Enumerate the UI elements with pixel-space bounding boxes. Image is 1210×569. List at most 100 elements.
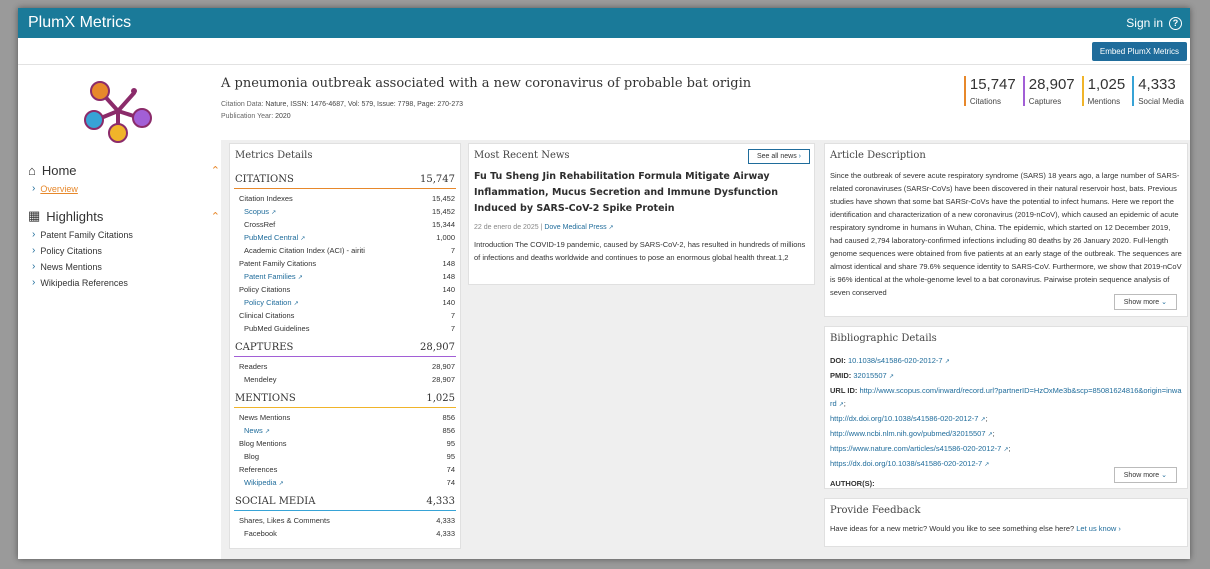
stat-value: 1,025 (1087, 76, 1126, 93)
nav-header-label: Home (41, 163, 77, 178)
stat-citations[interactable]: 15,747 Citations (963, 76, 1020, 106)
metric-row[interactable]: Patent Families ↗ 148 (234, 270, 456, 283)
metric-row[interactable]: Wikipedia ↗ 74 (234, 476, 456, 489)
url-line: URL ID: http://www.scopus.com/inward/rec… (830, 386, 1182, 408)
metric-row: Shares, Likes & Comments 4,333 (234, 514, 456, 527)
description-show-more-button[interactable]: Show more ⌄ (1113, 294, 1177, 310)
metric-row-label: Policy Citation ↗ (244, 298, 299, 307)
metric-group-citations: CITATIONS 15,747 (234, 167, 456, 189)
sidebar-item-label: News Mentions (40, 261, 102, 272)
metric-row: Citation Indexes 15,452 (234, 192, 456, 205)
publication-year: Publication Year: 2020 (221, 113, 291, 120)
metric-row-value: 1,000 (436, 233, 455, 242)
url-link[interactable]: http://www.ncbi.nlm.nih.gov/pubmed/32015… (830, 429, 986, 438)
sign-in-link[interactable]: Sign in ? (1126, 16, 1182, 30)
metric-row-value: 95 (446, 452, 455, 461)
metric-row[interactable]: Policy Citation ↗ 140 (234, 296, 456, 309)
url-link[interactable]: https://dx.doi.org/10.1038/s41586-020-20… (830, 459, 982, 468)
description-text: Since the outbreak of severe acute respi… (830, 171, 1182, 297)
sidebar-item-patent-family-citations[interactable]: › Patent Family Citations (32, 229, 220, 240)
url-link[interactable]: http://www.scopus.com/inward/record.url?… (830, 386, 1182, 408)
metric-row: Blog 95 (234, 450, 456, 463)
metric-group-total: 28,907 (420, 342, 455, 353)
chevron-down-icon: ⌄ (1161, 299, 1167, 306)
sidebar-item-label: Patent Family Citations (40, 229, 133, 240)
metric-row-label: PubMed Guidelines (244, 324, 310, 333)
url-line: https://www.nature.com/articles/s41586-0… (830, 444, 1011, 453)
metric-row-value: 4,333 (436, 529, 455, 538)
metric-row[interactable]: PubMed Central ↗ 1,000 (234, 231, 456, 244)
metric-group-mentions: MENTIONS 1,025 (234, 386, 456, 408)
news-body: Introduction The COVID-19 pandemic, caus… (474, 240, 806, 262)
stat-mentions[interactable]: 1,025 Mentions (1081, 76, 1130, 106)
sidebar-item-label: Overview (40, 183, 78, 194)
metric-row-label: PubMed Central ↗ (244, 233, 306, 242)
url-link[interactable]: https://www.nature.com/articles/s41586-0… (830, 444, 1001, 453)
see-all-news-button[interactable]: See all news › (748, 149, 810, 164)
help-icon[interactable]: ? (1169, 16, 1182, 30)
doi-link[interactable]: 10.1038/s41586-020-2012-7 (848, 356, 943, 365)
metric-row[interactable]: News ↗ 856 (234, 424, 456, 437)
url-line: http://dx.doi.org/10.1038/s41586-020-201… (830, 414, 988, 423)
metric-group-name: CITATIONS (235, 174, 294, 185)
sidebar-item-news-mentions[interactable]: › News Mentions (32, 261, 220, 272)
url-link[interactable]: http://dx.doi.org/10.1038/s41586-020-201… (830, 414, 978, 423)
news-card: Most Recent News See all news › Fu Tu Sh… (468, 143, 815, 285)
nav-header-home[interactable]: ⌂ Home ⌃ (28, 163, 220, 178)
metric-row: Clinical Citations 7 (234, 309, 456, 322)
plumx-window: PlumX Metrics Sign in ? Embed PlumX Metr… (18, 8, 1190, 559)
metric-row: CrossRef 15,344 (234, 218, 456, 231)
metric-row-label: Policy Citations (239, 285, 291, 294)
metric-row-value: 148 (442, 272, 455, 281)
sidebar-item-wikipedia-references[interactable]: › Wikipedia References (32, 277, 220, 288)
metric-row-label: Clinical Citations (239, 311, 295, 320)
let-us-know-link[interactable]: Let us know (1076, 524, 1116, 533)
article-description-card: Article Description Since the outbreak o… (824, 143, 1188, 317)
article-header: A pneumonia outbreak associated with a n… (221, 66, 1190, 138)
metric-row-value: 15,344 (432, 220, 455, 229)
metric-row-value: 74 (446, 465, 455, 474)
stat-label: Captures (1028, 97, 1062, 106)
metric-row-value: 15,452 (432, 194, 455, 203)
news-source-link[interactable]: Dove Medical Press (544, 224, 606, 231)
chevron-up-icon[interactable]: ⌃ (211, 210, 220, 223)
external-link-icon: ↗ (984, 462, 990, 468)
embed-button[interactable]: Embed PlumX Metrics (1091, 41, 1187, 61)
metric-row: PubMed Guidelines 7 (234, 322, 456, 335)
stat-captures[interactable]: 28,907 Captures (1022, 76, 1079, 106)
metric-row-value: 7 (450, 246, 455, 255)
sidebar-item-policy-citations[interactable]: › Policy Citations (32, 245, 220, 256)
external-link-icon: ↗ (888, 374, 894, 380)
chevron-down-icon: ⌄ (1161, 472, 1167, 479)
doi-line: DOI: 10.1038/s41586-020-2012-7 ↗ (830, 356, 950, 365)
brand-title: PlumX Metrics (28, 14, 132, 31)
nav-header-highlights[interactable]: ▦ Highlights ⌃ (28, 208, 220, 224)
stat-value: 28,907 (1028, 76, 1075, 93)
nav-section-highlights: ▦ Highlights ⌃ › Patent Family Citations ›… (28, 208, 220, 288)
chevron-up-icon[interactable]: ⌃ (211, 164, 220, 177)
metric-group-total: 4,333 (426, 496, 455, 507)
news-headline[interactable]: Fu Tu Sheng Jin Rehabilitation Formula M… (474, 169, 809, 217)
chevron-right-icon: › (32, 277, 36, 288)
metric-group-name: CAPTURES (235, 342, 294, 353)
metric-row-label: CrossRef (244, 220, 276, 229)
sidebar-item-overview[interactable]: › Overview (32, 183, 220, 194)
metric-row: Facebook 4,333 (234, 527, 456, 540)
external-link-icon: ↗ (278, 481, 284, 487)
nav-header-label: Highlights (46, 208, 104, 224)
news-date-line: 22 de enero de 2025 | Dove Medical Press… (474, 224, 614, 231)
metric-row[interactable]: Scopus ↗ 15,452 (234, 205, 456, 218)
home-icon: ⌂ (28, 163, 36, 178)
sidebar-item-label: Policy Citations (40, 245, 102, 256)
metric-row: References 74 (234, 463, 456, 476)
metric-row-label: Wikipedia ↗ (244, 478, 284, 487)
pmid-link[interactable]: 32015507 (853, 371, 886, 380)
metric-group-total: 15,747 (420, 174, 455, 185)
stat-label: Citations (969, 97, 1001, 106)
bibliographic-details-card: Bibliographic Details DOI: 10.1038/s4158… (824, 326, 1188, 489)
metric-row: Readers 28,907 (234, 360, 456, 373)
stat-social-media[interactable]: 4,333 Social Media (1132, 76, 1188, 106)
biblio-show-more-button[interactable]: Show more ⌄ (1113, 467, 1177, 483)
summary-stats: 15,747 Citations 28,907 Captures 1,025 Mentio… (961, 76, 1188, 106)
chevron-right-icon: › (32, 245, 36, 256)
